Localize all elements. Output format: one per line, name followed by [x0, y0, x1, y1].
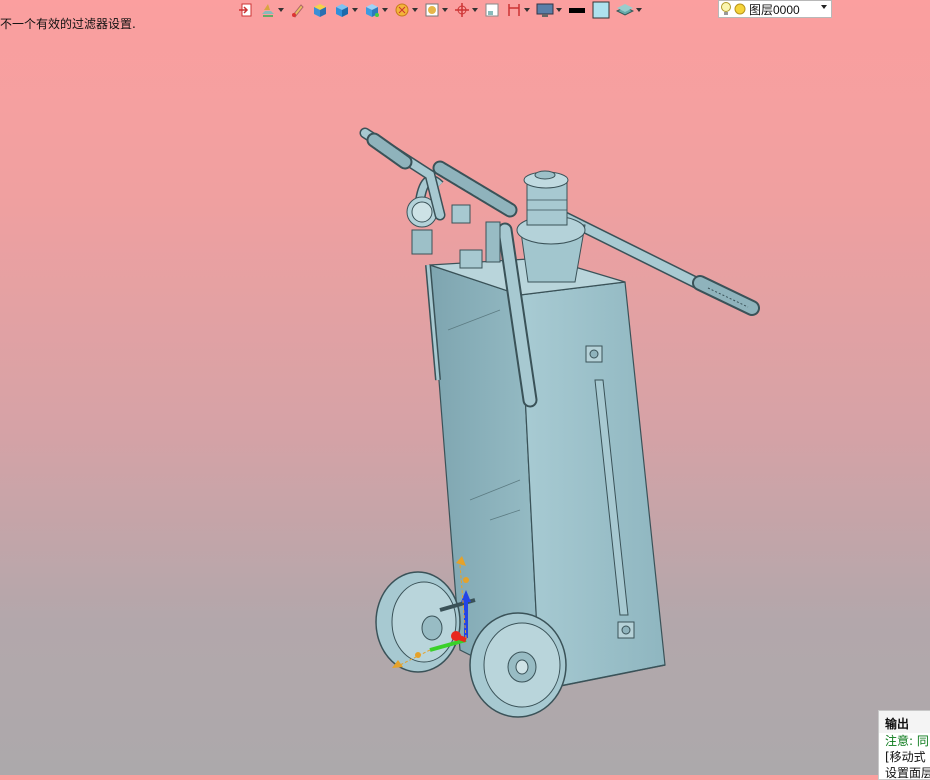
pump-head [516, 170, 586, 283]
front-wheel [469, 612, 567, 718]
output-line: 设置面层 [879, 765, 930, 779]
output-panel-title: 输出 [885, 717, 910, 731]
handle-grip-right [432, 160, 518, 269]
output-line: [移动式 [879, 749, 930, 765]
3d-viewport[interactable] [0, 0, 930, 775]
output-note: 注意: 同 [879, 733, 930, 749]
output-panel: 输出 注意: 同 [移动式 设置面层 [878, 710, 930, 780]
